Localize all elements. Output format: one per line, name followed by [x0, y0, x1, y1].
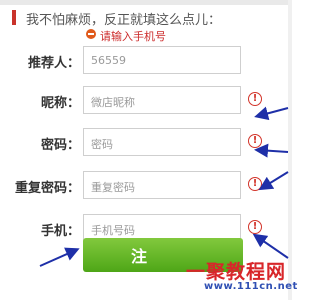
phone-arrow-icon — [252, 233, 289, 259]
confirm-password-arrow-icon — [258, 171, 289, 191]
nickname-arrow-icon — [254, 106, 289, 121]
password-arrow-icon — [254, 143, 289, 158]
annotation-arrows — [39, 106, 289, 267]
submit-arrow-icon — [39, 247, 80, 267]
